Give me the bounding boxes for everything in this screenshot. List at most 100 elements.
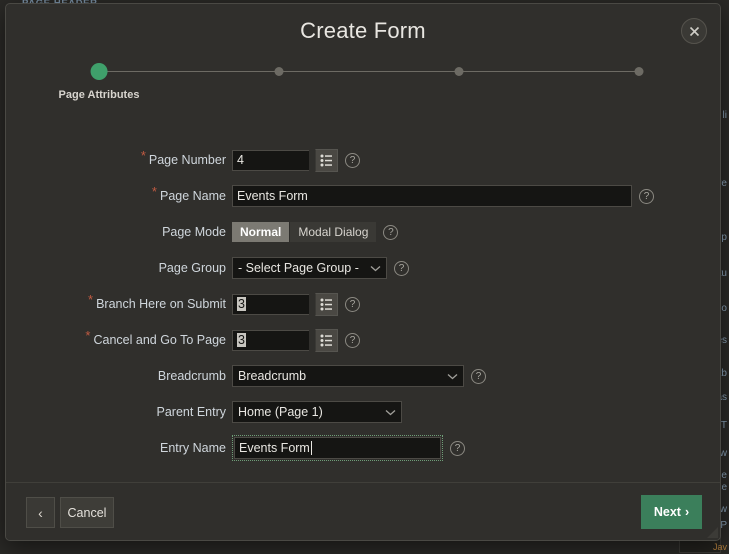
wizard-step-label: Page Attributes <box>58 89 140 101</box>
control-page-number: ? <box>232 148 360 172</box>
label-wrap-entry-name: Entry Name <box>6 440 232 456</box>
required-indicator-page-name: * <box>151 184 157 199</box>
wizard-step-4[interactable] <box>634 59 644 76</box>
required-indicator-branch-here-on-submit: * <box>88 292 94 307</box>
background-text-fragment: li <box>722 110 727 121</box>
control-entry-name: ? <box>232 435 465 461</box>
breadcrumb-select[interactable]: Breadcrumb <box>232 365 464 387</box>
breadcrumb-select-value: Breadcrumb <box>238 369 307 383</box>
page-number-input[interactable] <box>232 149 309 171</box>
branch-here-on-submit-input[interactable] <box>232 293 309 315</box>
label-wrap-breadcrumb: Breadcrumb <box>6 368 232 384</box>
label-cancel-and-go-to-page: Cancel and Go To Page <box>93 333 226 347</box>
back-button[interactable]: ‹ <box>26 497 55 528</box>
page-name-help-icon[interactable]: ? <box>639 188 654 204</box>
control-page-mode: Normal Modal Dialog ? <box>232 222 399 242</box>
wizard-step-2[interactable] <box>274 59 284 76</box>
label-branch-here-on-submit: Branch Here on Submit <box>96 297 226 311</box>
field-row-page-name: * Page Name ? <box>6 182 720 210</box>
page-group-select-value: - Select Page Group - <box>238 261 359 275</box>
label-wrap-branch-here-on-submit: * Branch Here on Submit <box>6 292 232 312</box>
required-indicator-page-number: * <box>140 148 146 163</box>
label-wrap-page-number: * Page Number <box>6 148 232 168</box>
create-form-dialog: Create Form Page Attributes * Page Numbe… <box>5 3 721 541</box>
form-fields-container: * Page Number ? * Page Name <box>6 124 720 482</box>
parent-entry-select-value: Home (Page 1) <box>238 405 323 419</box>
label-page-name: Page Name <box>159 189 226 203</box>
chevron-down-icon <box>447 369 458 383</box>
close-button[interactable] <box>681 18 707 44</box>
wizard-track <box>99 71 639 72</box>
required-indicator-cancel-and-go-to-page: * <box>85 328 91 343</box>
field-row-page-number: * Page Number ? <box>6 146 720 174</box>
page-number-lov-button[interactable] <box>315 148 338 172</box>
wizard-step-dot <box>634 67 644 76</box>
background-bottom-chip-label: Jav <box>712 542 727 552</box>
chevron-down-icon <box>370 261 381 275</box>
cancel-button[interactable]: Cancel <box>60 497 114 528</box>
page-number-help-icon[interactable]: ? <box>345 152 360 168</box>
entry-name-input[interactable] <box>234 437 441 459</box>
label-page-mode: Page Mode <box>162 225 226 239</box>
field-row-breadcrumb: Breadcrumb Breadcrumb ? <box>6 362 720 390</box>
label-page-group: Page Group <box>158 261 226 275</box>
resize-grip[interactable] <box>706 526 718 538</box>
label-breadcrumb: Breadcrumb <box>157 369 226 383</box>
list-of-values-icon <box>320 298 332 310</box>
next-button-label: Next <box>653 505 681 519</box>
label-wrap-page-group: Page Group <box>6 260 232 276</box>
page-mode-segmented-control: Normal Modal Dialog <box>232 222 377 242</box>
entry-name-help-icon[interactable]: ? <box>450 440 465 456</box>
page-mode-help-icon[interactable]: ? <box>383 224 399 240</box>
field-row-parent-entry: Parent Entry Home (Page 1) <box>6 398 720 426</box>
control-page-name: ? <box>232 185 654 207</box>
label-page-number: Page Number <box>148 153 226 167</box>
next-button[interactable]: Next › <box>641 495 702 529</box>
control-branch-here-on-submit: ? <box>232 292 360 316</box>
page-mode-option-normal[interactable]: Normal <box>232 222 291 242</box>
close-icon <box>689 26 699 36</box>
field-row-page-group: Page Group - Select Page Group - ? <box>6 254 720 282</box>
label-wrap-page-mode: Page Mode <box>6 224 232 240</box>
label-wrap-page-name: * Page Name <box>6 184 232 204</box>
text-caret <box>311 441 312 455</box>
chevron-down-icon <box>385 405 396 419</box>
control-page-group: - Select Page Group - ? <box>232 257 409 279</box>
wizard-step-dot <box>90 63 108 80</box>
label-entry-name: Entry Name <box>160 441 226 455</box>
page-group-help-icon[interactable]: ? <box>394 260 409 276</box>
field-row-branch-here-on-submit: * Branch Here on Submit ? <box>6 290 720 318</box>
wizard-step-3[interactable] <box>454 59 464 76</box>
chevron-right-icon: › <box>684 505 690 519</box>
background-text-fragment: T <box>720 420 727 431</box>
page-name-input[interactable] <box>232 185 632 207</box>
label-parent-entry: Parent Entry <box>156 405 226 419</box>
field-row-cancel-and-go-to-page: * Cancel and Go To Page ? <box>6 326 720 354</box>
wizard-step-1[interactable]: Page Attributes <box>58 59 140 101</box>
field-row-page-mode: Page Mode Normal Modal Dialog ? <box>6 218 720 246</box>
list-of-values-icon <box>320 334 332 346</box>
wizard-step-dot <box>274 67 284 76</box>
dialog-title: Create Form <box>300 18 426 43</box>
background-text-fragment: P <box>720 520 727 531</box>
cancel-and-go-to-page-help-icon[interactable]: ? <box>345 332 360 348</box>
entry-name-focus-ring <box>232 435 443 461</box>
list-of-values-icon <box>320 154 332 166</box>
dialog-footer: ‹ Cancel Next › <box>6 482 720 540</box>
label-wrap-parent-entry: Parent Entry <box>6 404 232 420</box>
label-wrap-cancel-and-go-to-page: * Cancel and Go To Page <box>6 328 232 348</box>
control-breadcrumb: Breadcrumb ? <box>232 365 486 387</box>
breadcrumb-help-icon[interactable]: ? <box>471 368 486 384</box>
control-cancel-and-go-to-page: ? <box>232 328 360 352</box>
cancel-and-go-to-page-input[interactable] <box>232 329 309 351</box>
parent-entry-select[interactable]: Home (Page 1) <box>232 401 402 423</box>
branch-here-on-submit-help-icon[interactable]: ? <box>345 296 360 312</box>
wizard-progress: Page Attributes <box>6 59 720 109</box>
field-row-entry-name: Entry Name ? <box>6 434 720 462</box>
page-mode-option-modal-dialog[interactable]: Modal Dialog <box>290 222 377 242</box>
wizard-step-dot <box>454 67 464 76</box>
page-group-select[interactable]: - Select Page Group - <box>232 257 387 279</box>
cancel-and-go-to-page-lov-button[interactable] <box>315 328 338 352</box>
branch-here-on-submit-lov-button[interactable] <box>315 292 338 316</box>
control-parent-entry: Home (Page 1) <box>232 401 402 423</box>
